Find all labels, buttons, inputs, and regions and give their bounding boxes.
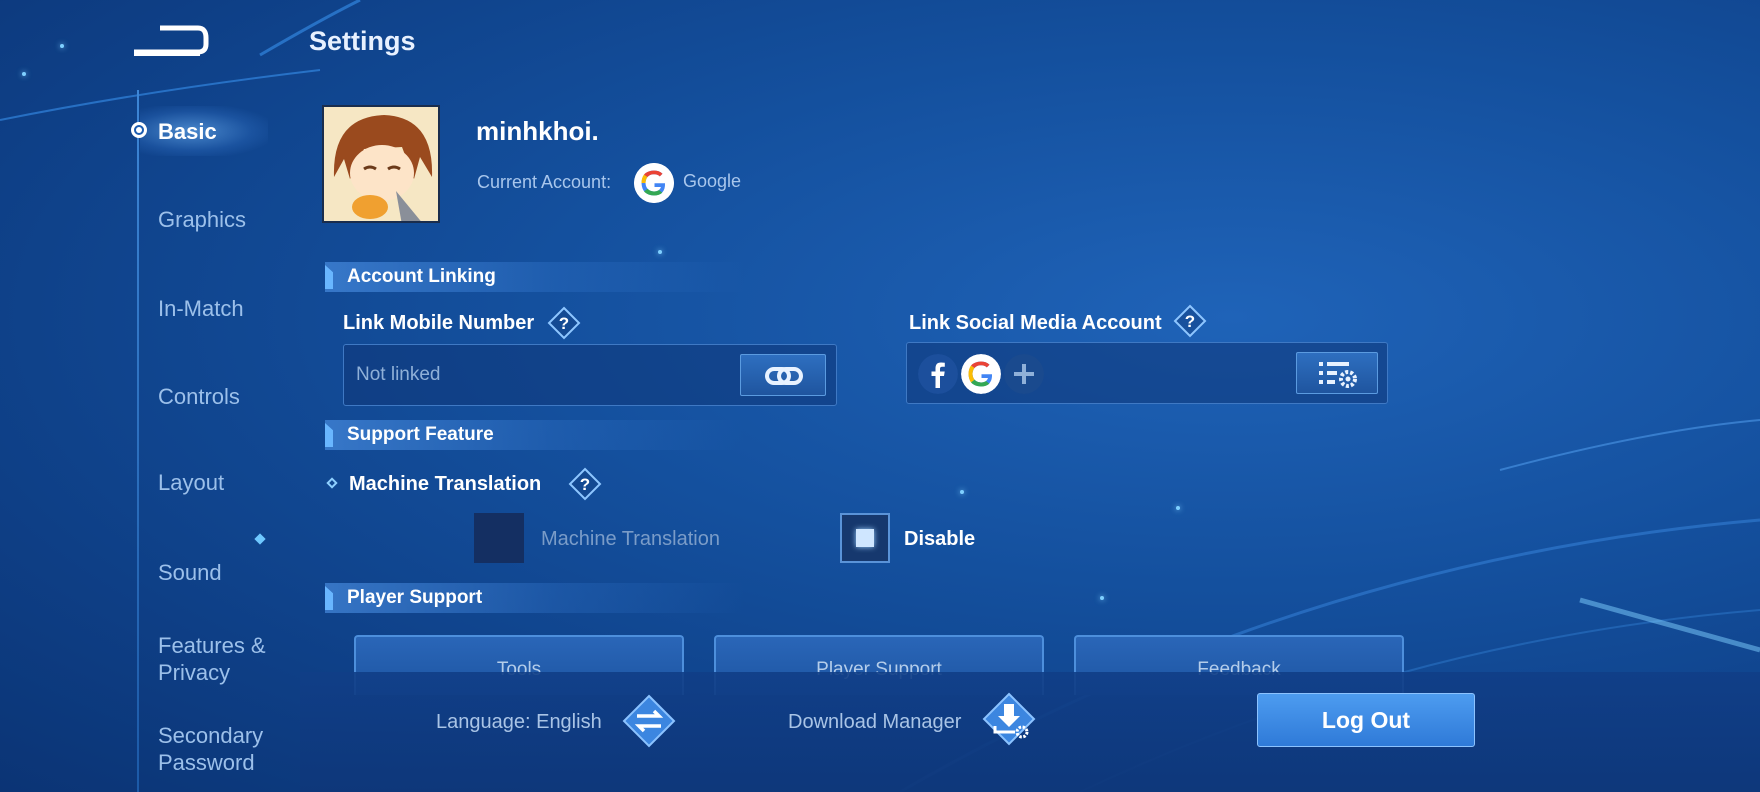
- plus-icon[interactable]: [1004, 354, 1044, 394]
- sidebar-marker-decoration: [254, 533, 266, 545]
- sidebar-item-basic[interactable]: Basic: [158, 118, 217, 145]
- sidebar-item-label: Sound: [158, 560, 222, 585]
- question-diamond-icon[interactable]: ?: [1173, 304, 1207, 338]
- sidebar-track: [137, 90, 139, 792]
- swap-arrows-icon[interactable]: [622, 694, 676, 748]
- sidebar-item-label: Password: [158, 750, 255, 775]
- svg-text:?: ?: [559, 314, 569, 333]
- avatar[interactable]: [322, 105, 440, 223]
- svg-text:?: ?: [580, 475, 590, 494]
- question-diamond-icon[interactable]: ?: [568, 467, 602, 501]
- sidebar-item-label: Features &: [158, 633, 266, 658]
- sidebar-item-graphics[interactable]: Graphics: [158, 206, 246, 233]
- download-gear-icon[interactable]: [982, 692, 1036, 746]
- sidebar-item-controls[interactable]: Controls: [158, 383, 240, 410]
- section-title: Support Feature: [347, 424, 494, 445]
- page-title: Settings: [309, 26, 416, 56]
- sidebar-item-label: In-Match: [158, 296, 244, 321]
- section-tab-decoration: [325, 423, 333, 447]
- machine-translation-on-label: Machine Translation: [541, 528, 720, 550]
- link-social-label: Link Social Media Account: [909, 312, 1162, 334]
- machine-translation-on-checkbox[interactable]: [474, 513, 524, 563]
- mobile-number-value: Not linked: [356, 364, 441, 385]
- sidebar-item-secondary-password[interactable]: Secondary Password: [158, 722, 263, 776]
- link-mobile-button[interactable]: [740, 354, 826, 396]
- sidebar-item-label: Layout: [158, 470, 225, 495]
- star-decoration: [1100, 596, 1104, 600]
- language-label[interactable]: Language: English: [436, 711, 602, 734]
- sidebar-item-label: Privacy: [158, 660, 231, 685]
- sidebar-item-sound[interactable]: Sound: [158, 559, 222, 586]
- back-arrow-icon[interactable]: [130, 24, 210, 60]
- section-header-support-feature: Support Feature: [325, 420, 745, 450]
- sidebar-item-layout[interactable]: Layout: [158, 469, 224, 496]
- avatar-image: [324, 107, 438, 221]
- social-accounts-field: [906, 342, 1388, 404]
- star-decoration: [658, 250, 662, 254]
- section-tab-decoration: [325, 586, 333, 610]
- list-gear-icon: [1319, 362, 1357, 388]
- google-icon: [634, 163, 674, 203]
- manage-social-button[interactable]: [1296, 352, 1378, 394]
- mobile-number-field[interactable]: Not linked: [343, 344, 837, 406]
- section-header-account-linking: Account Linking: [325, 262, 745, 292]
- section-header-player-support: Player Support: [325, 583, 745, 613]
- logout-button[interactable]: Log Out: [1257, 693, 1475, 747]
- chain-link-icon: [765, 367, 803, 385]
- sidebar-item-label: Basic: [158, 119, 217, 144]
- section-title: Player Support: [347, 587, 483, 608]
- section-tab-decoration: [325, 265, 333, 289]
- section-title: Account Linking: [347, 266, 496, 287]
- google-icon[interactable]: [961, 354, 1001, 394]
- username: minhkhoi.: [476, 116, 599, 146]
- download-manager-label[interactable]: Download Manager: [788, 711, 961, 734]
- star-decoration: [22, 72, 26, 76]
- question-diamond-icon[interactable]: ?: [547, 306, 581, 340]
- disable-translation-label: Disable: [904, 528, 976, 550]
- sidebar-item-label: Secondary: [158, 723, 264, 748]
- star-decoration: [960, 490, 964, 494]
- machine-translation-label: Machine Translation: [349, 473, 542, 495]
- star-decoration: [1176, 506, 1180, 510]
- account-provider-name: Google: [683, 171, 742, 191]
- disable-translation-checkbox[interactable]: [840, 513, 890, 563]
- checkbox-checked-mark: [856, 529, 874, 547]
- svg-text:?: ?: [1185, 312, 1195, 331]
- bullet-diamond-icon: [326, 477, 338, 489]
- link-mobile-label: Link Mobile Number: [343, 312, 535, 334]
- facebook-icon[interactable]: [918, 354, 958, 394]
- sidebar-active-indicator: [131, 122, 147, 138]
- sidebar-item-label: Graphics: [158, 207, 247, 232]
- star-decoration: [60, 44, 64, 48]
- sidebar-item-in-match[interactable]: In-Match: [158, 295, 244, 322]
- current-account-label: Current Account:: [477, 172, 612, 192]
- sidebar-item-features-privacy[interactable]: Features & Privacy: [158, 632, 266, 686]
- sidebar-item-label: Controls: [158, 384, 240, 409]
